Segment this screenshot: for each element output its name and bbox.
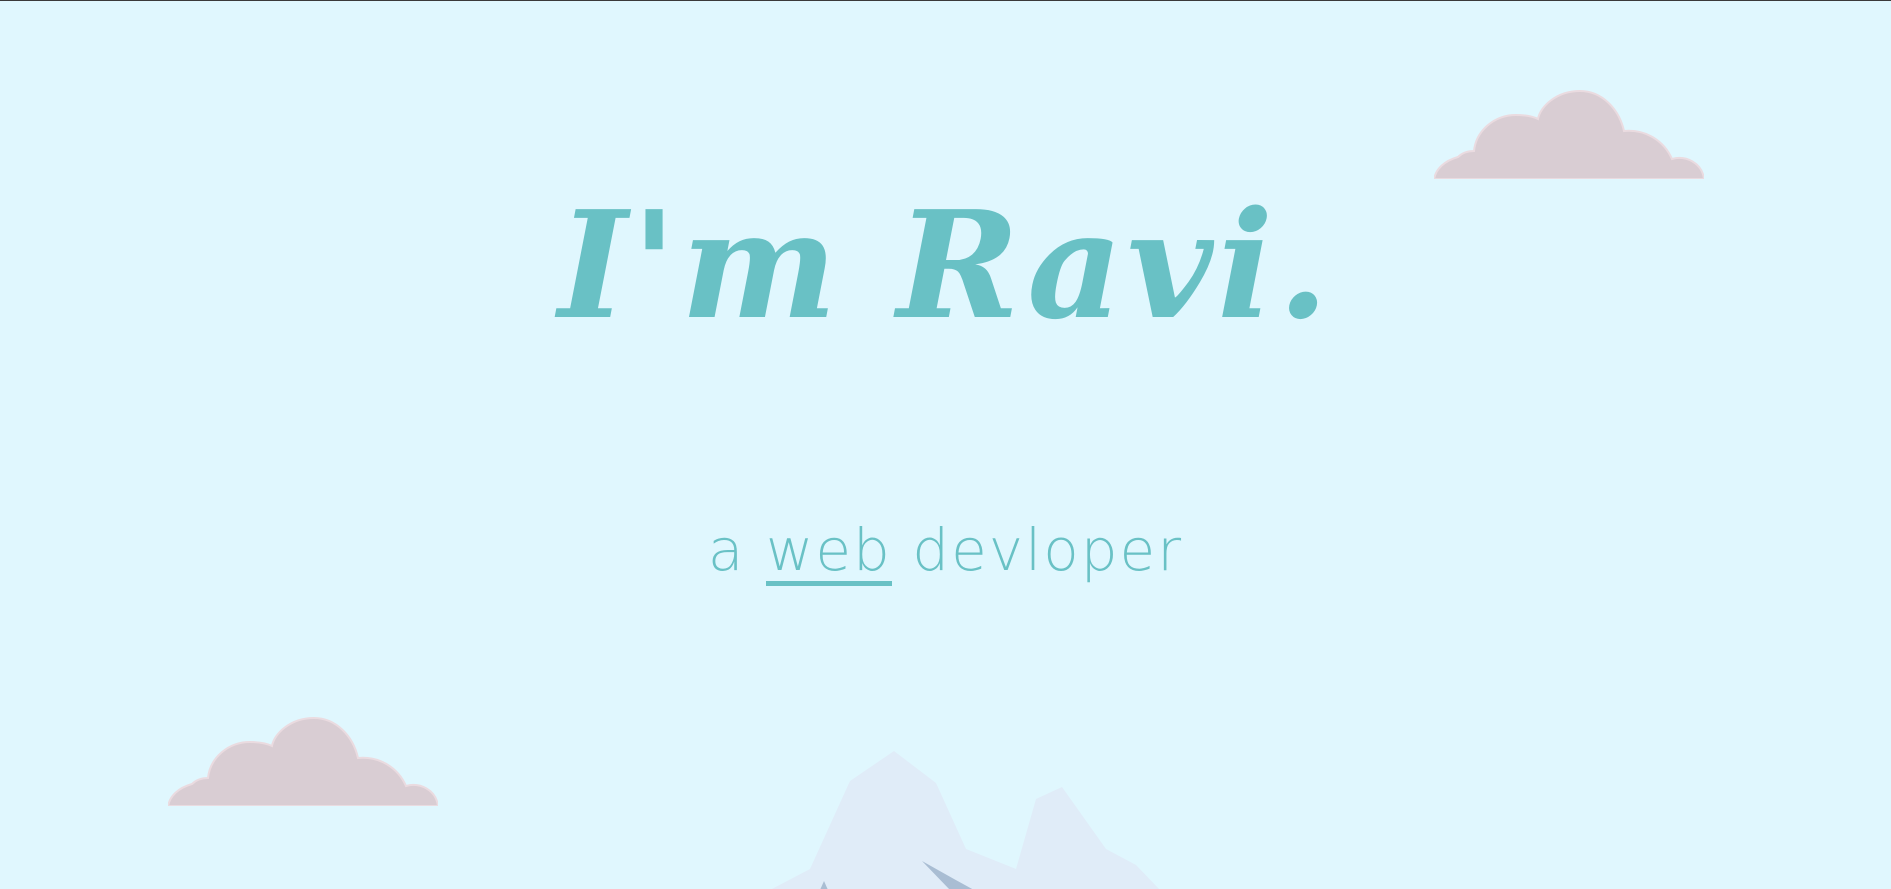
hero-title: I'm Ravi. — [558, 178, 1333, 352]
mountain-icon — [771, 751, 1160, 889]
tagline-role: web — [765, 516, 892, 586]
cloud-icon — [168, 716, 438, 806]
landing-page: I'm Ravi. a web devloper — [0, 0, 1891, 889]
tagline-prefix: a — [707, 516, 746, 584]
tagline: a web devloper — [0, 516, 1891, 586]
cloud-icon — [1434, 89, 1704, 179]
tagline-suffix: devloper — [912, 516, 1184, 584]
